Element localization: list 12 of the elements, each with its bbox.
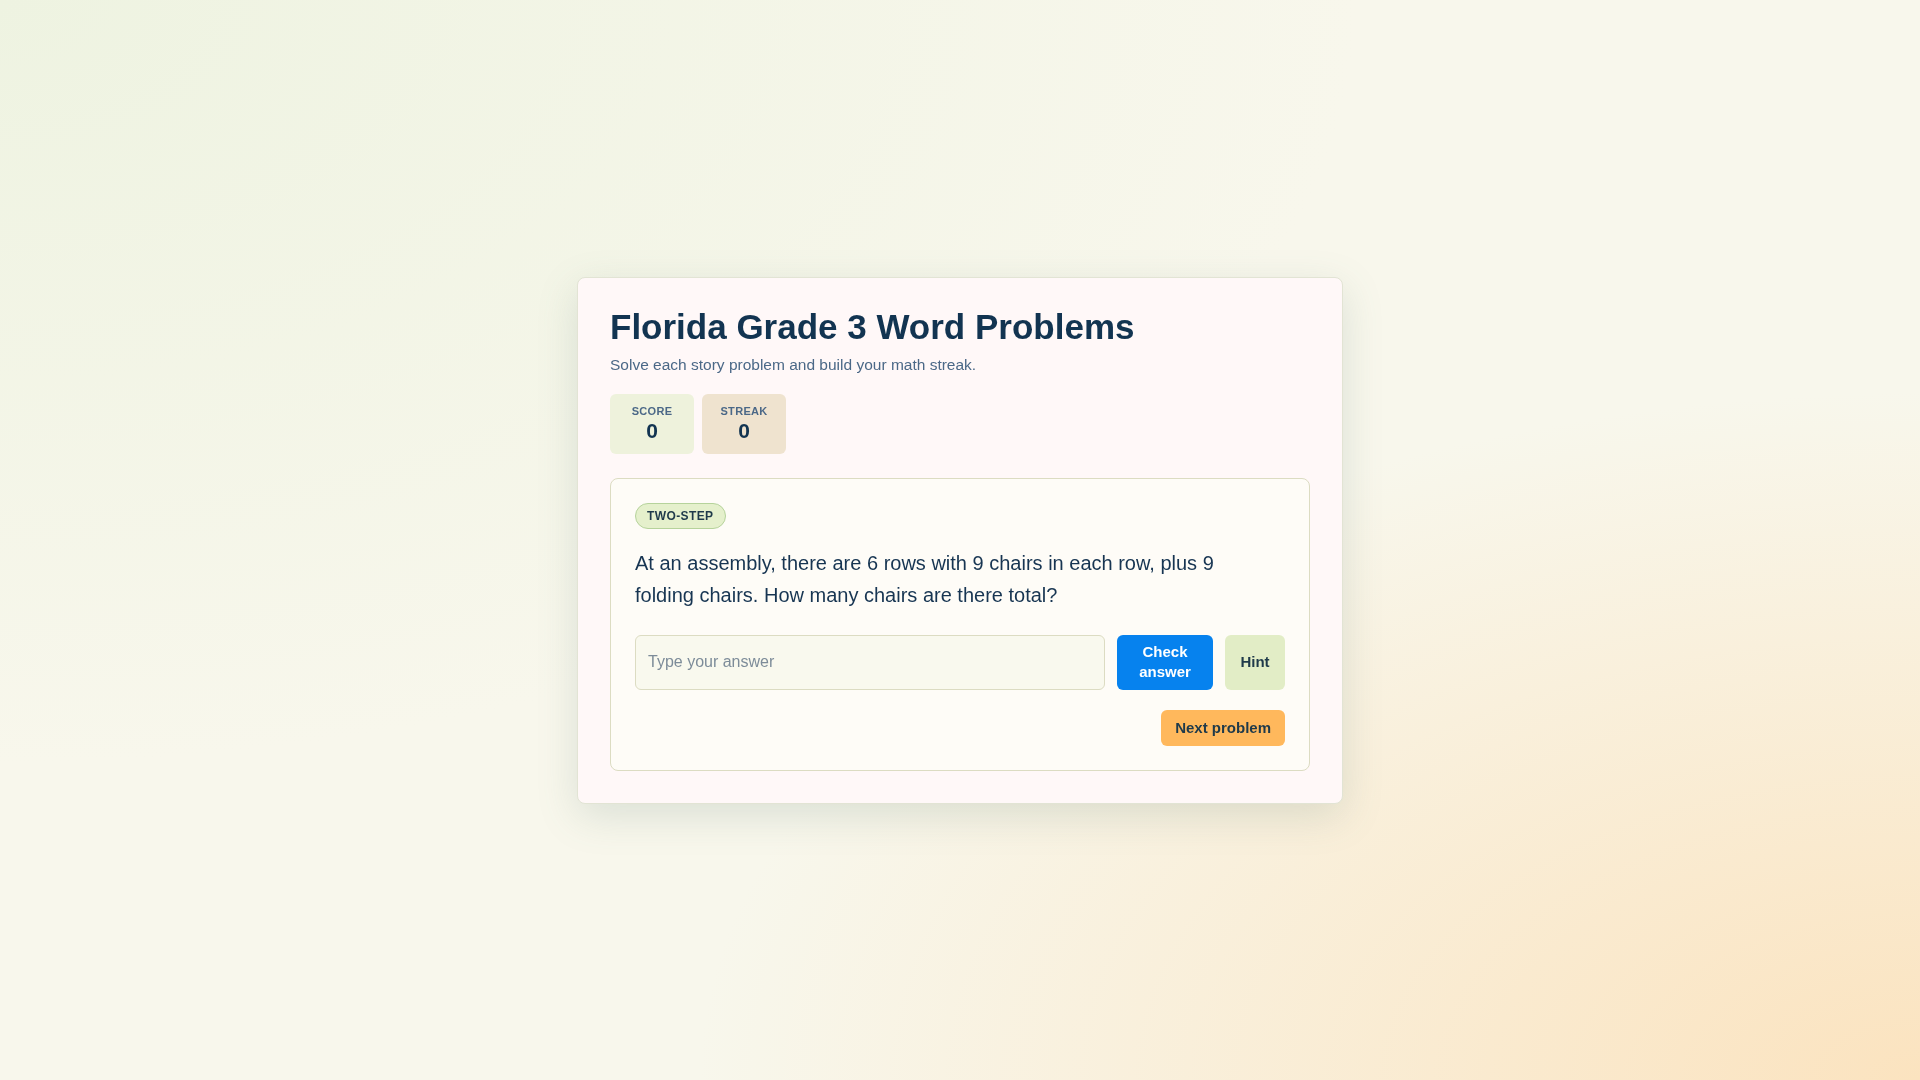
problem-type-tag: TWO-STEP [635, 502, 726, 529]
page-title: Florida Grade 3 Word Problems [610, 305, 1136, 348]
stat-label: SCORE [631, 404, 673, 417]
hint-button[interactable]: Hint [1225, 634, 1285, 690]
stat-value: 0 [646, 418, 658, 443]
problem-question: At an assembly, there are 6 rows with 9 chairs in each row, plus 9 folding chairs. How many chairs are there total? [635, 550, 1215, 608]
page-subtitle: Solve each story problem and build your math streak. [610, 355, 978, 374]
answer-input[interactable]: Type your answer [635, 634, 1105, 690]
check-answer-button[interactable]: Check answer [1117, 634, 1213, 690]
next-problem-button[interactable]: Next problem [1161, 709, 1285, 746]
stat-label: STREAK [720, 404, 768, 417]
stat-value: 0 [738, 418, 750, 443]
